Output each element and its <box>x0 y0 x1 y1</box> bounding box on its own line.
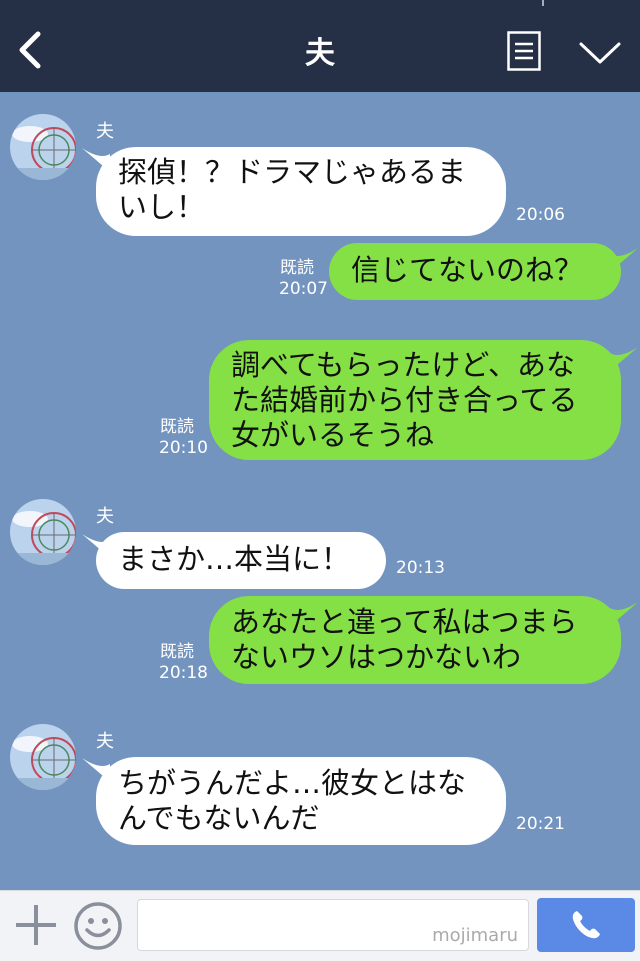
message-bubble-outgoing[interactable]: 調べてもらったけど、あな た結婚前から付き合ってる 女がいるそうね <box>209 340 621 460</box>
message-bubble-incoming[interactable]: ちがうんだよ…彼女とはな んでもないんだ <box>96 757 506 845</box>
message-time: 20:06 <box>516 205 565 225</box>
ferris-wheel-icon <box>10 724 76 790</box>
message-time: 20:13 <box>396 558 445 578</box>
sender-name: 夫 <box>96 121 114 142</box>
message-line: いし！ <box>118 190 206 224</box>
smile-icon[interactable] <box>73 901 123 951</box>
chevron-down-icon[interactable] <box>578 40 622 68</box>
message-bubble-outgoing[interactable]: 信じてないのね？ <box>329 243 621 300</box>
call-button[interactable] <box>537 898 635 952</box>
message-line: ないウソはつかないわ <box>231 640 522 674</box>
message-time: 20:21 <box>516 814 565 834</box>
input-bar: mojimaru <box>0 890 640 961</box>
message-line: 信じてないのね？ <box>351 253 584 287</box>
message-line: 女がいるそうね <box>231 418 435 452</box>
avatar[interactable] <box>10 724 76 790</box>
avatar[interactable] <box>10 114 76 180</box>
menu-icon[interactable] <box>507 31 541 71</box>
message-bubble-incoming[interactable]: まさか…本当に！ <box>96 532 386 589</box>
message-line: んでもないんだ <box>118 801 320 835</box>
chat-header: 夫 <box>0 0 640 92</box>
read-receipt: 既読 <box>160 642 194 662</box>
ferris-wheel-icon <box>10 499 76 565</box>
message-input[interactable]: mojimaru <box>137 899 529 951</box>
message-bubble-incoming[interactable]: 探偵！？ドラマじゃあるま いし！ <box>96 147 506 236</box>
message-time: 20:10 <box>159 438 208 458</box>
message-time: 20:07 <box>279 279 328 299</box>
phone-icon <box>572 911 600 939</box>
bubble-tail <box>610 602 638 626</box>
chat-title: 夫 <box>305 36 335 71</box>
sender-name: 夫 <box>96 506 114 527</box>
bubble-tail <box>610 248 638 272</box>
message-line: 探偵！？ドラマじゃあるま <box>118 155 467 189</box>
message-bubble-outgoing[interactable]: あなたと違って私はつまら ないウソはつかないわ <box>209 596 621 684</box>
bubble-tail <box>610 347 638 371</box>
plus-icon[interactable] <box>14 903 58 947</box>
message-line: あなたと違って私はつまら <box>231 605 578 639</box>
message-line: 調べてもらったけど、あな <box>231 348 575 382</box>
status-divider <box>542 0 544 6</box>
watermark: mojimaru <box>432 925 518 946</box>
read-receipt: 既読 <box>160 417 194 437</box>
avatar[interactable] <box>10 499 76 565</box>
message-line: まさか…本当に！ <box>118 542 351 576</box>
message-line: た結婚前から付き合ってる <box>231 383 578 417</box>
message-time: 20:18 <box>159 663 208 683</box>
message-line: ちがうんだよ…彼女とはな <box>118 766 467 800</box>
chat-area[interactable]: 夫 探偵！？ドラマじゃあるま いし！ 20:06 既読 20:07 信じてないの… <box>0 92 640 890</box>
read-receipt: 既読 <box>280 258 314 278</box>
ferris-wheel-icon <box>10 114 76 180</box>
sender-name: 夫 <box>96 731 114 752</box>
